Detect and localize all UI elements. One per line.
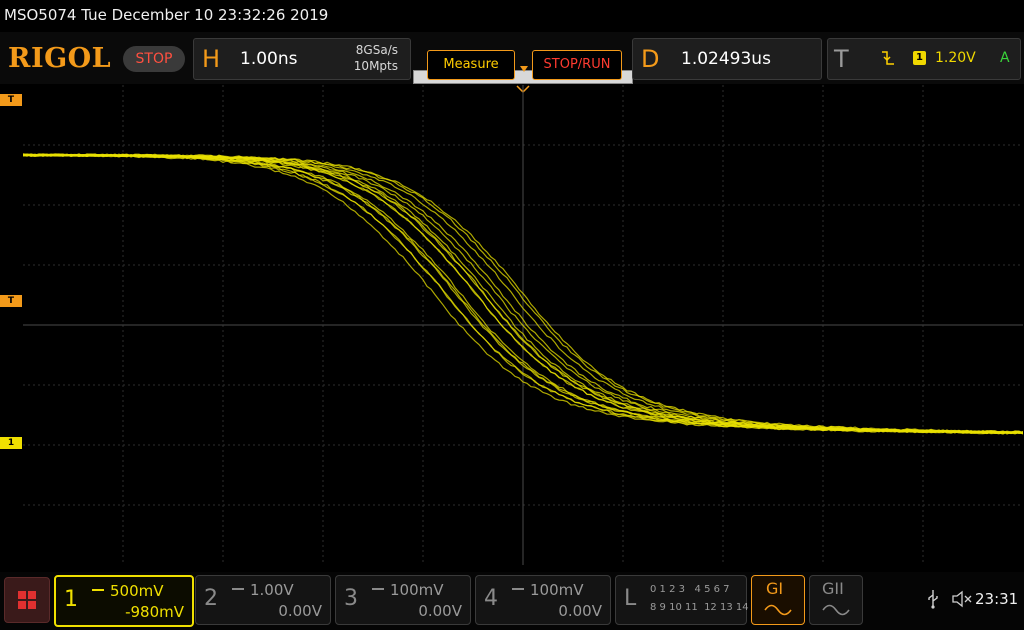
delay-letter: D — [641, 45, 660, 73]
generator1-label: GI — [766, 579, 784, 598]
sine-wave-icon — [764, 604, 792, 616]
falling-edge-icon — [882, 51, 894, 65]
trigger-mode: A — [1000, 50, 1010, 66]
logic-analyzer-box[interactable]: L 0 1 2 3 4 5 6 7 8 9 10 11 12 13 14 15 — [615, 575, 765, 625]
logic-channels-row2: 8 9 10 11 12 13 14 15 — [650, 602, 765, 613]
horizontal-letter: H — [202, 45, 221, 73]
device-datetime: MSO5074 Tue December 10 23:32:26 2019 — [4, 6, 329, 24]
waveform-display[interactable] — [23, 85, 1023, 565]
memory-position-marker — [520, 66, 528, 72]
channel2-scale: 1.00V — [250, 581, 294, 599]
timebase-value: 1.00ns — [240, 49, 298, 69]
channel2-number: 2 — [204, 586, 218, 611]
channel2-box[interactable]: 2 1.00V 0.00V — [195, 575, 331, 625]
stop-run-button[interactable]: STOP/RUN — [532, 50, 622, 80]
channel4-offset: 0.00V — [558, 602, 602, 620]
trigger-source: 1 — [913, 51, 926, 65]
channel2-offset: 0.00V — [278, 602, 322, 620]
rigol-logo: RIGOL — [8, 43, 112, 74]
channel1-offset-marker[interactable]: 1 — [0, 437, 22, 449]
channel3-scale: 100mV — [390, 581, 444, 599]
sample-rate: 8GSa/s — [355, 43, 398, 57]
title-bar: MSO5074 Tue December 10 23:32:26 2019 — [0, 0, 1024, 32]
delay-value: 1.02493us — [681, 49, 771, 69]
bottom-channel-bar: 1 500mV -980mV 2 1.00V 0.00V 3 100mV 0.0… — [0, 572, 1024, 630]
channel4-number: 4 — [484, 586, 498, 611]
grid-menu-icon — [18, 591, 36, 609]
dc-icon — [372, 588, 384, 594]
trigger-time-marker[interactable]: T — [0, 94, 22, 106]
run-state-badge[interactable]: STOP — [123, 46, 185, 72]
channel1-number: 1 — [64, 587, 78, 612]
memory-depth: 10Mpts — [353, 59, 398, 73]
dc-icon — [92, 589, 104, 595]
channel1-scale: 500mV — [110, 582, 164, 600]
horizontal-panel[interactable]: H 1.00ns 8GSa/s 10Mpts — [193, 38, 411, 80]
measure-button[interactable]: Measure — [427, 50, 515, 80]
trigger-level-marker[interactable]: T — [0, 295, 22, 307]
trigger-letter: T — [834, 45, 849, 73]
dc-icon — [512, 588, 524, 594]
clock: 23:31 — [975, 590, 1019, 608]
sine-wave-icon — [822, 604, 850, 616]
dc-icon — [232, 588, 244, 594]
channel1-offset: -980mV — [125, 603, 184, 621]
channel3-box[interactable]: 3 100mV 0.00V — [335, 575, 471, 625]
channel3-offset: 0.00V — [418, 602, 462, 620]
generator2-label: GII — [822, 579, 844, 598]
channel4-box[interactable]: 4 100mV 0.00V — [475, 575, 611, 625]
mute-icon[interactable] — [951, 590, 973, 608]
trigger-level: 1.20V — [935, 50, 976, 66]
generator2-button[interactable]: GII — [809, 575, 863, 625]
usb-icon — [928, 590, 938, 609]
top-control-bar: RIGOL STOP H 1.00ns 8GSa/s 10Mpts Measur… — [0, 32, 1024, 84]
menu-button[interactable] — [4, 577, 50, 623]
logic-letter: L — [624, 586, 637, 611]
channel4-scale: 100mV — [530, 581, 584, 599]
generator1-button[interactable]: GI — [751, 575, 805, 625]
channel1-box[interactable]: 1 500mV -980mV — [54, 575, 194, 627]
trigger-panel[interactable]: T 1 1.20V A — [827, 38, 1021, 80]
delay-panel[interactable]: D 1.02493us — [632, 38, 822, 80]
logic-channels-row1: 0 1 2 3 4 5 6 7 — [650, 584, 730, 595]
channel3-number: 3 — [344, 586, 358, 611]
